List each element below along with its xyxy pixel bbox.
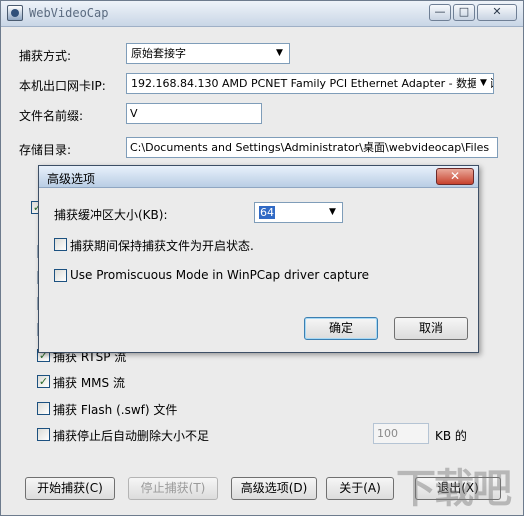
promiscuous-label: Use Promiscuous Mode in WinPCap driver c… (70, 268, 370, 282)
watermark: 下载吧 (396, 466, 512, 512)
min-size-unit: KB 的 (435, 429, 467, 443)
dialog-title: 高级选项 (47, 172, 96, 186)
keep-open-checkbox[interactable] (54, 238, 67, 251)
stop-capture-button[interactable]: 停止捕获(T) (128, 477, 218, 500)
ok-button[interactable]: 确定 (304, 317, 378, 340)
minimize-button[interactable]: — (429, 4, 451, 21)
min-size-input[interactable]: 100 (373, 423, 429, 444)
dialog-title-bar[interactable]: 高级选项 ✕ (39, 166, 478, 188)
maximize-button[interactable]: □ (453, 4, 475, 21)
flash-label: 捕获 Flash (.swf) 文件 (53, 403, 178, 417)
capture-method-select[interactable]: 原始套接字 ▼ (126, 43, 290, 64)
auto-delete-label: 捕获停止后自动删除大小不足 (53, 429, 210, 443)
auto-delete-checkbox[interactable] (37, 428, 50, 441)
mms-label: 捕获 MMS 流 (53, 376, 125, 390)
advanced-options-dialog: 高级选项 ✕ 捕获缓冲区大小(KB): 64 ▼ 捕获期间保持捕获文件为开启状态… (38, 165, 479, 353)
app-icon (7, 5, 23, 21)
flash-checkbox[interactable] (37, 402, 50, 415)
nic-ip-label: 本机出口网卡IP: (19, 79, 106, 93)
capture-method-value: 原始套接字 (131, 47, 186, 60)
about-button[interactable]: 关于(A) (326, 477, 394, 500)
dialog-close-button[interactable]: ✕ (436, 168, 474, 185)
filename-prefix-label: 文件名前缀: (19, 109, 84, 123)
nic-ip-select[interactable]: 192.168.84.130 AMD PCNET Family PCI Ethe… (126, 73, 494, 94)
capture-method-label: 捕获方式: (19, 49, 72, 63)
chevron-down-icon: ▼ (325, 205, 340, 220)
check-icon: ✓ (38, 375, 49, 388)
nic-ip-value: 192.168.84.130 AMD PCNET Family PCI Ethe… (131, 77, 494, 90)
start-capture-button[interactable]: 开始捕获(C) (25, 477, 115, 500)
save-dir-input[interactable]: C:\Documents and Settings\Administrator\… (126, 137, 498, 158)
filename-prefix-input[interactable]: V (126, 103, 262, 124)
buffer-size-label: 捕获缓冲区大小(KB): (54, 208, 168, 222)
keep-open-label: 捕获期间保持捕获文件为开启状态. (70, 239, 254, 253)
close-button[interactable]: ✕ (477, 4, 517, 21)
chevron-down-icon: ▼ (476, 76, 491, 91)
mms-checkbox[interactable]: ✓ (37, 375, 50, 388)
promiscuous-checkbox[interactable] (54, 269, 67, 282)
chevron-down-icon: ▼ (272, 46, 287, 61)
buffer-size-select[interactable]: 64 ▼ (254, 202, 343, 223)
advanced-options-button[interactable]: 高级选项(D) (231, 477, 317, 500)
save-dir-label: 存储目录: (19, 143, 72, 157)
buffer-size-value: 64 (259, 206, 275, 219)
window-title: WebVideoCap (29, 6, 109, 20)
title-bar[interactable]: WebVideoCap — □ ✕ (1, 1, 523, 27)
cancel-button[interactable]: 取消 (394, 317, 468, 340)
